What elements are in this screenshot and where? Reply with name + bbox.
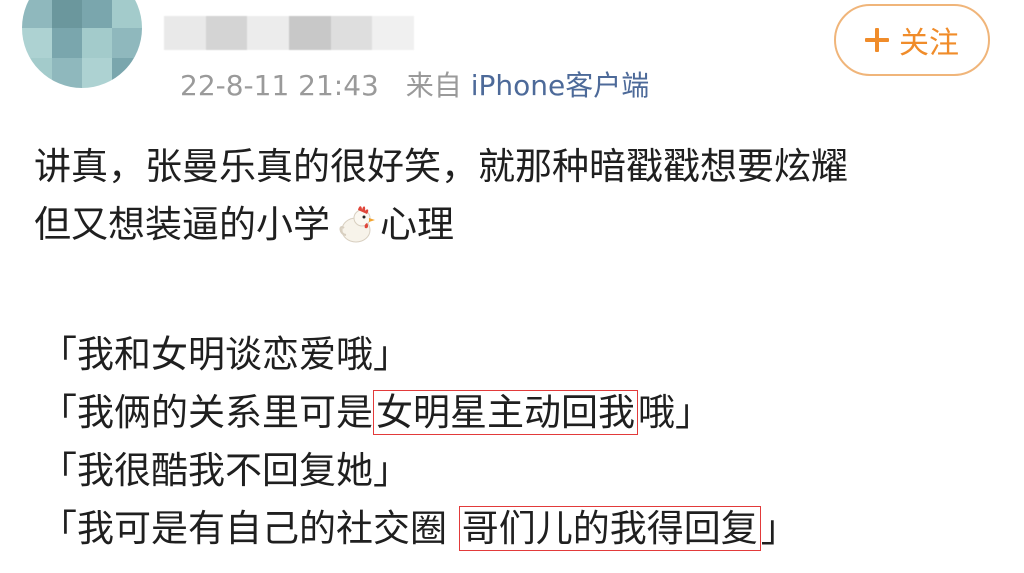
avatar-pixel xyxy=(112,0,142,28)
post-line-1: 讲真，张曼乐真的很好笑，就那种暗戳戳想要炫耀 xyxy=(34,145,848,188)
avatar-pixel xyxy=(22,28,52,58)
follow-button[interactable]: 关注 xyxy=(834,4,990,76)
quote-line-3: 「我很酷我不回复她」 xyxy=(40,442,798,500)
avatar-pixel xyxy=(112,58,142,88)
follow-button-label: 关注 xyxy=(899,26,959,61)
chicken-emoji-icon xyxy=(334,203,376,243)
quote-line-1: 「我和女明谈恋爱哦」 xyxy=(40,326,798,384)
username-blur-segment xyxy=(247,16,290,50)
quote-text: 「我可是有自己的社交圈 xyxy=(40,507,459,550)
highlighted-text: 哥们儿的我得回复 xyxy=(458,506,761,551)
username-blur-segment xyxy=(372,16,415,50)
post-line-2: 但又想装逼的小学 心理 xyxy=(34,196,1000,254)
username-blurred[interactable] xyxy=(164,16,415,50)
quote-list: 「我和女明谈恋爱哦」 「我俩的关系里可是女明星主动回我哦」 「我很酷我不回复她」… xyxy=(40,326,798,558)
post-meta: 22-8-11 21:43 来自 iPhone客户端 xyxy=(180,66,649,106)
plus-icon xyxy=(865,28,889,52)
quote-text: 「我俩的关系里可是 xyxy=(40,391,373,434)
username-blur-segment xyxy=(330,16,373,50)
quote-text: 「我很酷我不回复她」 xyxy=(40,449,410,492)
avatar-pixel xyxy=(112,28,142,58)
source-app-link[interactable]: iPhone客户端 xyxy=(471,69,650,102)
avatar-pixel xyxy=(52,28,82,58)
username-blur-segment xyxy=(289,16,331,50)
avatar-pixel xyxy=(82,58,112,88)
source-label: 来自 xyxy=(405,69,462,102)
username-blur-segment xyxy=(164,16,206,50)
post-timestamp: 22-8-11 21:43 xyxy=(180,69,379,102)
highlighted-text: 女明星主动回我 xyxy=(373,390,638,435)
avatar-pixel xyxy=(82,28,112,58)
quote-text-tail: 哦」 xyxy=(638,391,712,434)
quote-line-2: 「我俩的关系里可是女明星主动回我哦」 xyxy=(40,384,798,442)
quote-text-tail: 」 xyxy=(760,507,798,550)
quote-line-4: 「我可是有自己的社交圈 哥们儿的我得回复」 xyxy=(40,500,798,558)
avatar-pixel xyxy=(22,0,52,28)
post-line-2-text: 但又想装逼的小学 xyxy=(34,203,330,246)
avatar-pixel xyxy=(82,0,112,28)
quote-text: 「我和女明谈恋爱哦」 xyxy=(40,333,410,376)
avatar[interactable] xyxy=(22,0,142,88)
username-blur-segment xyxy=(205,16,248,50)
avatar-pixel xyxy=(22,58,52,88)
post-line-2-tail: 心理 xyxy=(380,203,454,246)
avatar-pixel xyxy=(52,58,82,88)
avatar-pixel xyxy=(52,0,82,28)
post-text: 讲真，张曼乐真的很好笑，就那种暗戳戳想要炫耀 但又想装逼的小学 心理 xyxy=(34,138,1000,254)
